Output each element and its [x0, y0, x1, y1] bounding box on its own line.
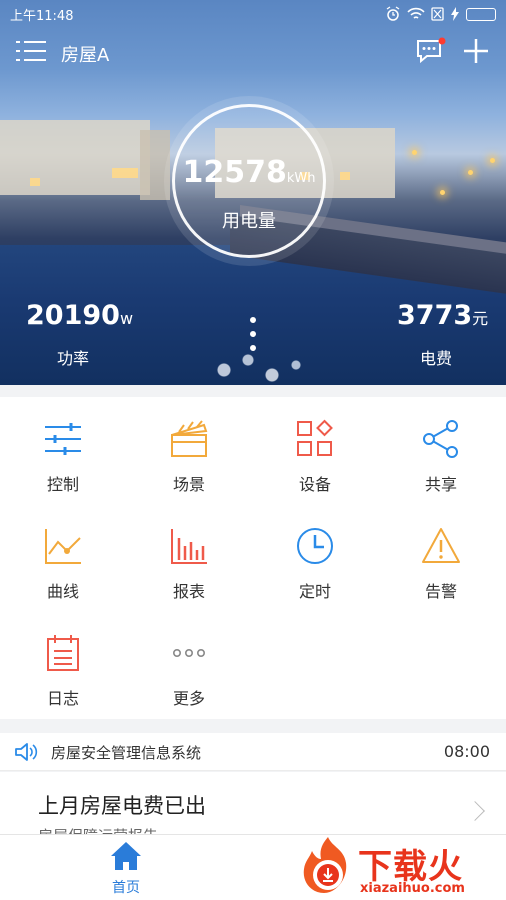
speaker-icon	[15, 743, 38, 761]
message-title: 上月房屋电费已出	[38, 794, 206, 818]
building-left	[0, 120, 150, 195]
calendar-icon	[47, 635, 79, 671]
power-unit: w	[119, 309, 134, 328]
chevron-right-icon	[465, 801, 485, 821]
grid-item-control[interactable]: 控制	[0, 397, 126, 504]
grid-item-alarm[interactable]: 告警	[378, 504, 504, 611]
grid-item-label: 控制	[46, 475, 79, 494]
menu-icon[interactable]	[16, 38, 46, 64]
cost-value: 3773	[397, 300, 473, 331]
devices-grid-icon	[297, 419, 333, 456]
no-sim-icon	[431, 7, 444, 21]
grid-item-devices[interactable]: 设备	[252, 397, 378, 504]
flowers	[200, 340, 320, 385]
grid-item-label: 告警	[424, 582, 457, 601]
power-stat[interactable]: 20190w 功率	[26, 300, 136, 369]
house-title[interactable]: 房屋A	[61, 41, 109, 67]
grid-item-label: 曲线	[46, 582, 79, 601]
notice-text: 房屋安全管理信息系统	[51, 744, 202, 762]
grid-item-label: 设备	[298, 475, 331, 494]
grid-item-log[interactable]: 日志	[0, 611, 126, 718]
energy-value: 12578	[182, 155, 287, 190]
unread-dot	[438, 37, 446, 45]
message-card[interactable]: 上月房屋电费已出 房屋保障运营报告	[0, 772, 506, 834]
tab-home-label: 首页	[112, 880, 140, 896]
energy-label: 用电量	[222, 211, 276, 232]
power-value: 20190	[26, 300, 120, 331]
grid-item-label: 定时	[298, 582, 331, 601]
more-icon	[173, 648, 205, 657]
home-icon	[111, 842, 141, 870]
status-bar: 上午11:48	[0, 0, 506, 28]
line-chart-icon	[45, 529, 81, 564]
function-grid: 控制 场景 设备 共享 曲线 报表 定时 告警 日志 更多	[0, 397, 506, 719]
clock-icon	[297, 528, 333, 564]
hero-banner: 上午11:48 房屋A 12578kWh 用电量 20190w 功率 3773元…	[0, 0, 506, 385]
grid-item-share[interactable]: 共享	[378, 397, 504, 504]
watermark-url: xiazaihuo.com	[360, 881, 465, 896]
building-tower	[140, 130, 170, 200]
grid-item-curve[interactable]: 曲线	[0, 504, 126, 611]
top-bar: 房屋A	[0, 30, 506, 74]
notice-bar[interactable]: 房屋安全管理信息系统 08:00	[0, 733, 506, 771]
tab-home[interactable]: 首页	[100, 841, 152, 897]
message-icon[interactable]	[416, 37, 446, 65]
grid-item-more[interactable]: 更多	[126, 611, 252, 718]
energy-usage-ring[interactable]: 12578kWh 用电量	[172, 104, 326, 258]
grid-item-label: 报表	[172, 582, 205, 601]
alarm-icon	[386, 6, 400, 21]
grid-item-label: 日志	[46, 689, 79, 708]
cost-unit: 元	[472, 309, 489, 328]
warning-icon	[422, 528, 460, 563]
message-subtitle: 房屋保障运营报告	[38, 825, 158, 834]
watermark: 下载火 xiazaihuo.com	[298, 835, 506, 900]
flame-logo-icon	[303, 837, 347, 893]
grid-item-label: 更多	[172, 689, 205, 708]
grid-item-label: 共享	[424, 475, 457, 494]
grid-item-report[interactable]: 报表	[126, 504, 252, 611]
cost-stat[interactable]: 3773元 电费	[397, 300, 497, 369]
status-time: 上午11:48	[10, 8, 74, 24]
notice-time: 08:00	[443, 742, 490, 761]
grid-item-timer[interactable]: 定时	[252, 504, 378, 611]
add-icon[interactable]	[462, 37, 490, 65]
power-label: 功率	[57, 349, 90, 368]
cost-label: 电费	[420, 349, 453, 368]
bar-chart-icon	[171, 529, 207, 564]
share-icon	[423, 420, 458, 458]
grid-item-label: 场景	[172, 475, 205, 494]
clapperboard-icon	[171, 420, 208, 457]
wifi-icon	[407, 7, 425, 19]
grid-item-scene[interactable]: 场景	[126, 397, 252, 504]
more-vertical-icon[interactable]	[249, 317, 257, 355]
energy-unit: kWh	[286, 171, 316, 186]
sliders-icon	[45, 423, 81, 455]
charging-icon	[451, 7, 459, 21]
battery-icon	[466, 7, 496, 21]
